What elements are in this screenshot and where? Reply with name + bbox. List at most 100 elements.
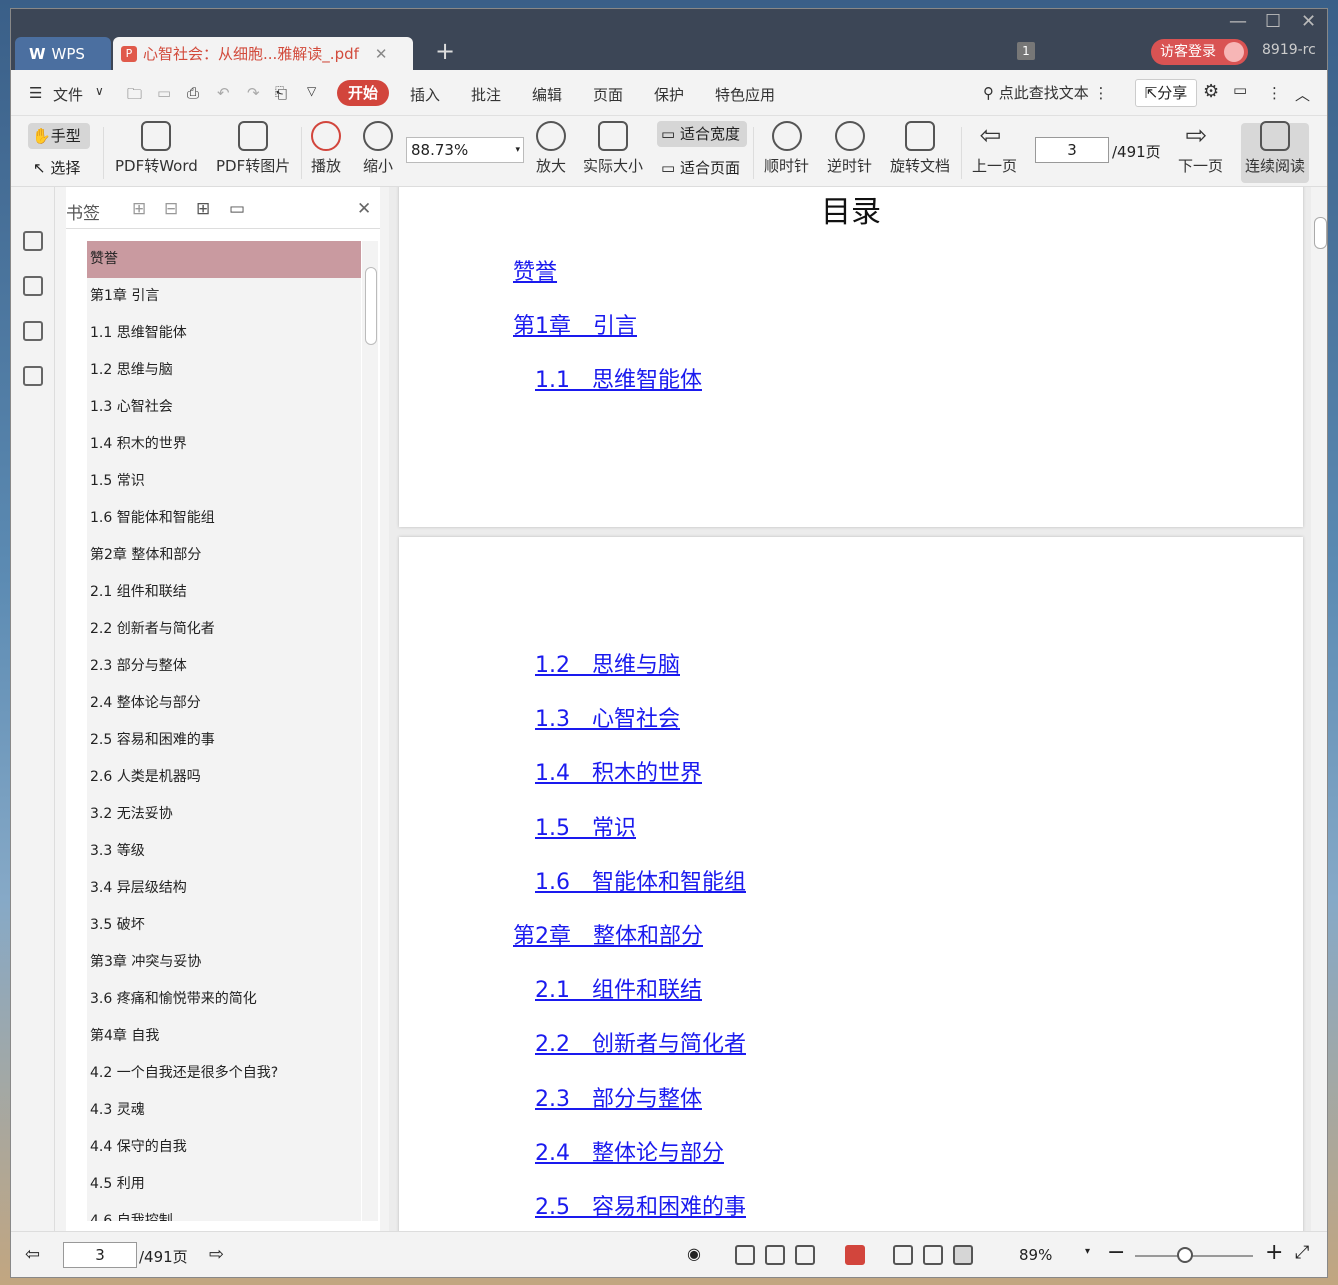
annotation-icon[interactable] [23,321,43,341]
zoom-dropdown-icon[interactable]: ▾ [1085,1246,1090,1257]
play-button[interactable]: 播放 [311,121,341,176]
bookmark-item[interactable]: 2.4 整体论与部分 [87,685,361,722]
bookmark-item[interactable]: 3.4 异层级结构 [87,870,361,907]
signature-icon[interactable] [23,366,43,386]
bookmark-item[interactable]: 2.6 人类是机器吗 [87,759,361,796]
bookmark-item[interactable]: 第4章 自我 [87,1018,361,1055]
bookmark-item[interactable]: 4.3 灵魂 [87,1092,361,1129]
fit-width-icon[interactable] [953,1245,973,1265]
menu-icon[interactable]: ☰ [29,84,42,102]
status-zoom[interactable]: 89% [1019,1246,1052,1264]
document-scrollbar[interactable] [1311,187,1327,1231]
zoom-minus-icon[interactable]: − [1107,1240,1125,1265]
toc-link[interactable]: 2.2 创新者与简化者 [535,1026,746,1058]
print-icon[interactable]: ⎙ [187,84,199,102]
tab-close-icon[interactable]: ✕ [375,45,388,63]
toc-link[interactable]: 1.5 常识 [535,810,636,842]
rotate-ccw-button[interactable]: 逆时针 [827,121,872,176]
menu-comment[interactable]: 批注 [471,84,501,105]
zoom-slider[interactable] [1135,1255,1253,1257]
collapse-all-icon[interactable]: ⊟ [164,199,178,219]
more-dropdown-icon[interactable]: ▽ [307,84,316,98]
bookmark-icon[interactable]: ▭ [229,199,245,219]
pdf-to-image-button[interactable]: PDF转图片 [216,121,290,176]
bookmark-item[interactable]: 1.5 常识 [87,463,361,500]
bookmark-item[interactable]: 1.2 思维与脑 [87,352,361,389]
toc-link[interactable]: 赞誉 [513,254,557,286]
window-count-badge[interactable]: 1 [1017,42,1035,60]
menu-file[interactable]: 文件 [53,84,83,105]
add-bookmark-icon[interactable]: ⊞ [196,199,210,219]
bookmark-item[interactable]: 1.6 智能体和智能组 [87,500,361,537]
bookmark-item[interactable]: 赞誉 [87,241,361,278]
toc-link[interactable]: 1.6 智能体和智能组 [535,864,746,896]
fit-page-icon[interactable] [923,1245,943,1265]
thumbnail-icon[interactable] [23,276,43,296]
hand-tool-button[interactable]: ✋手型 [28,123,90,149]
eye-protect-icon[interactable]: ◉ [687,1244,701,1263]
menu-special[interactable]: 特色应用 [715,84,775,105]
menu-edit[interactable]: 编辑 [532,84,562,105]
bookmark-item[interactable]: 1.4 积木的世界 [87,426,361,463]
fit-width-button[interactable]: ▭ 适合宽度 [657,121,747,147]
bookmark-item[interactable]: 2.5 容易和困难的事 [87,722,361,759]
menu-insert[interactable]: 插入 [410,84,440,105]
bookmark-panel-icon[interactable] [23,231,43,251]
bookmark-item[interactable]: 3.5 破坏 [87,907,361,944]
share-button[interactable]: ⇱分享 [1135,79,1197,107]
single-page-icon[interactable] [735,1245,755,1265]
bookmark-item[interactable]: 2.2 创新者与简化者 [87,611,361,648]
toc-link[interactable]: 2.1 组件和联结 [535,972,702,1004]
bookmark-item[interactable]: 4.5 利用 [87,1166,361,1203]
document-view[interactable]: 目录 赞誉 第1章 引言 1.1 思维智能体 1.2 思维与脑 1.3 心智社会 1.4… [389,187,1327,1231]
maximize-icon[interactable]: ☐ [1265,11,1281,32]
close-window-icon[interactable]: ✕ [1301,11,1316,32]
bookmark-item[interactable]: 第1章 引言 [87,278,361,315]
comment-icon[interactable]: ▭ [1233,81,1247,99]
bookmark-item[interactable]: 3.3 等级 [87,833,361,870]
undo-icon[interactable]: ↶ [217,84,230,102]
expand-all-icon[interactable]: ⊞ [132,199,146,219]
play-icon[interactable] [845,1245,865,1265]
prev-page-icon[interactable]: ⇦ [25,1244,40,1265]
bookmark-item[interactable]: 1.1 思维智能体 [87,315,361,352]
toc-link[interactable]: 1.1 思维智能体 [535,362,702,394]
zoom-slider-knob[interactable] [1177,1247,1193,1263]
scrollbar-thumb[interactable] [365,267,377,345]
bookmark-item[interactable]: 2.1 组件和联结 [87,574,361,611]
open-folder-icon[interactable]: 🗀 [127,84,142,109]
pdf-to-word-button[interactable]: PDF转Word [115,121,198,176]
fullscreen-icon[interactable]: ⤢ [1295,1242,1309,1263]
close-icon[interactable]: ✕ [357,199,371,219]
page-view-icon[interactable] [765,1245,785,1265]
zoom-plus-icon[interactable]: + [1265,1240,1283,1265]
toc-link[interactable]: 1.3 心智社会 [535,701,680,733]
bookmark-item[interactable]: 2.3 部分与整体 [87,648,361,685]
next-page-button[interactable]: ⇨ 下一页 [1178,121,1223,176]
double-page-icon[interactable] [795,1245,815,1265]
bookmark-scrollbar[interactable] [362,241,378,1221]
menu-protect[interactable]: 保护 [654,84,684,105]
rotate-doc-button[interactable]: 旋转文档 [890,121,950,176]
chevron-down-icon[interactable]: ∨ [95,84,104,98]
prev-page-button[interactable]: ⇦ 上一页 [972,121,1017,176]
bookmark-item[interactable]: 4.2 一个自我还是很多个自我? [87,1055,361,1092]
next-page-icon[interactable]: ⇨ [209,1244,224,1265]
zoom-in-button[interactable]: 放大 [536,121,566,176]
export-icon[interactable]: ⎗ [275,84,287,102]
page-number-input[interactable]: 3 [1035,137,1109,163]
toc-link[interactable]: 第2章 整体和部分 [513,918,703,950]
bookmark-item[interactable]: 3.6 疼痛和愉悦带来的简化 [87,981,361,1018]
select-tool-button[interactable]: ↖ 选择 [33,157,80,178]
menu-start[interactable]: 开始 [337,80,389,106]
search-input[interactable]: ⚲ 点此查找文本 ⋮ [983,82,1109,103]
bookmark-item[interactable]: 第3章 冲突与妥协 [87,944,361,981]
login-button[interactable]: 访客登录 [1151,39,1248,65]
bookmark-item[interactable]: 4.4 保守的自我 [87,1129,361,1166]
toc-link[interactable]: 2.3 部分与整体 [535,1081,702,1113]
toc-link[interactable]: 2.4 整体论与部分 [535,1135,724,1167]
status-page-input[interactable]: 3 [63,1242,137,1268]
save-icon[interactable]: ▭ [157,84,171,102]
collapse-icon[interactable]: ︿ [1295,84,1310,105]
bookmark-item[interactable]: 第2章 整体和部分 [87,537,361,574]
